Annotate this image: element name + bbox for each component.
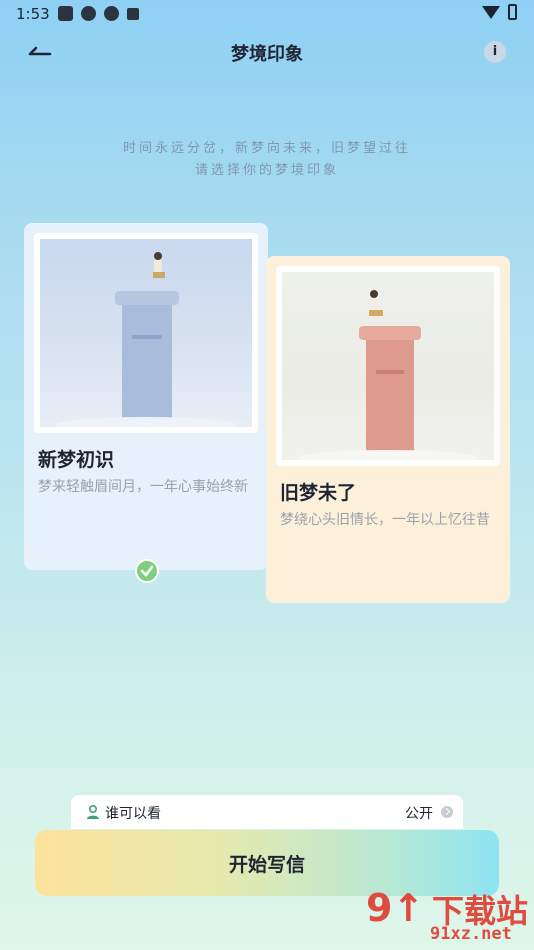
card-old-dream[interactable]: 旧梦未了 梦绕心头旧情长，一年以上忆往昔 (266, 256, 510, 603)
postbox-illustration-red (282, 272, 494, 460)
app-notification-icon (58, 6, 73, 21)
card-description: 梦绕心头旧情长，一年以上忆往昔 (280, 512, 490, 528)
watermark: 9↑ 下载站 91xz.net (360, 882, 534, 950)
postbox-illustration-blue (40, 239, 252, 427)
card-new-dream[interactable]: 新梦初识 梦来轻触眉间月，一年心事始终新 (24, 223, 268, 570)
selected-check-icon (135, 559, 159, 583)
sync-icon-2 (104, 6, 119, 21)
chevron-right-icon (441, 806, 453, 818)
watermark-logo-icon: 9↑ (366, 886, 425, 930)
battery-icon (508, 4, 517, 20)
card-image-frame (34, 233, 258, 433)
visibility-selector[interactable]: 谁可以看 公开 (71, 795, 463, 829)
page-title: 梦境印象 (231, 44, 303, 65)
person-icon (87, 804, 99, 819)
subtitle-line-2: 请选择你的梦境印象 (194, 163, 339, 178)
card-title: 新梦初识 (38, 449, 115, 471)
wifi-icon (482, 6, 500, 19)
visibility-label: 谁可以看 (105, 806, 161, 822)
card-title: 旧梦未了 (280, 482, 357, 504)
visibility-value: 公开 (405, 806, 433, 822)
subtitle-line-1: 时间永远分岔，新梦向未来，旧梦望过往 (122, 141, 411, 156)
text-notification-icon (127, 8, 139, 20)
sync-icon (81, 6, 96, 21)
info-icon[interactable]: i (484, 41, 506, 63)
status-bar: 1:53 (0, 0, 534, 28)
watermark-url: 91xz.net (430, 924, 512, 944)
card-description: 梦来轻触眉间月，一年心事始终新 (38, 479, 248, 495)
status-time: 1:53 (16, 5, 50, 23)
notification-icons (58, 6, 139, 21)
top-bar: 梦境印象 i (0, 34, 534, 70)
card-image-frame (276, 266, 500, 466)
